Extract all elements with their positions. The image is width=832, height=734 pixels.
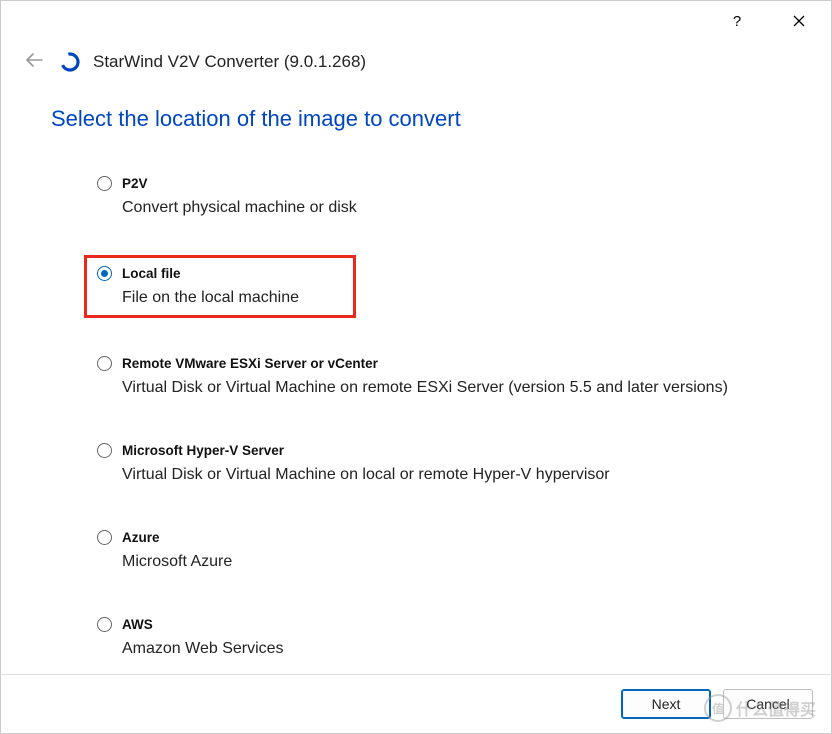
option-desc: File on the local machine [122, 289, 343, 307]
titlebar: ? [1, 1, 831, 41]
option-local-file[interactable]: Local file File on the local machine [84, 255, 356, 318]
radio-icon[interactable] [97, 530, 112, 545]
option-hyperv[interactable]: Microsoft Hyper-V Server Virtual Disk or… [87, 435, 781, 492]
radio-icon[interactable] [97, 176, 112, 191]
footer: Next Cancel [1, 674, 831, 733]
app-title: StarWind V2V Converter (9.0.1.268) [93, 52, 366, 72]
option-desc: Convert physical machine or disk [122, 199, 771, 217]
help-button[interactable]: ? [715, 4, 759, 38]
option-label: Microsoft Hyper-V Server [122, 443, 284, 458]
options-list: P2V Convert physical machine or disk Loc… [51, 168, 781, 666]
option-desc: Microsoft Azure [122, 553, 771, 571]
option-desc: Virtual Disk or Virtual Machine on local… [122, 466, 771, 484]
header-row: StarWind V2V Converter (9.0.1.268) [1, 41, 831, 86]
radio-icon[interactable] [97, 443, 112, 458]
back-button[interactable] [21, 47, 47, 76]
option-label: Azure [122, 530, 160, 545]
cancel-button[interactable]: Cancel [723, 689, 813, 719]
option-label: P2V [122, 176, 148, 191]
radio-icon[interactable] [97, 617, 112, 632]
starwind-logo-icon [59, 51, 81, 73]
page-heading: Select the location of the image to conv… [51, 106, 781, 132]
option-remote-esxi[interactable]: Remote VMware ESXi Server or vCenter Vir… [87, 348, 781, 405]
wizard-window: ? StarWind V2V Converter (9.0.1.268) Sel… [0, 0, 832, 734]
option-azure[interactable]: Azure Microsoft Azure [87, 522, 781, 579]
radio-icon[interactable] [97, 266, 112, 281]
option-desc: Virtual Disk or Virtual Machine on remot… [122, 379, 771, 397]
option-label: Local file [122, 266, 181, 281]
option-aws[interactable]: AWS Amazon Web Services [87, 609, 781, 666]
next-button[interactable]: Next [621, 689, 711, 719]
close-button[interactable] [777, 4, 821, 38]
radio-icon[interactable] [97, 356, 112, 371]
option-p2v[interactable]: P2V Convert physical machine or disk [87, 168, 781, 225]
option-label: AWS [122, 617, 153, 632]
option-label: Remote VMware ESXi Server or vCenter [122, 356, 378, 371]
content-area: Select the location of the image to conv… [1, 86, 831, 674]
option-desc: Amazon Web Services [122, 640, 771, 658]
